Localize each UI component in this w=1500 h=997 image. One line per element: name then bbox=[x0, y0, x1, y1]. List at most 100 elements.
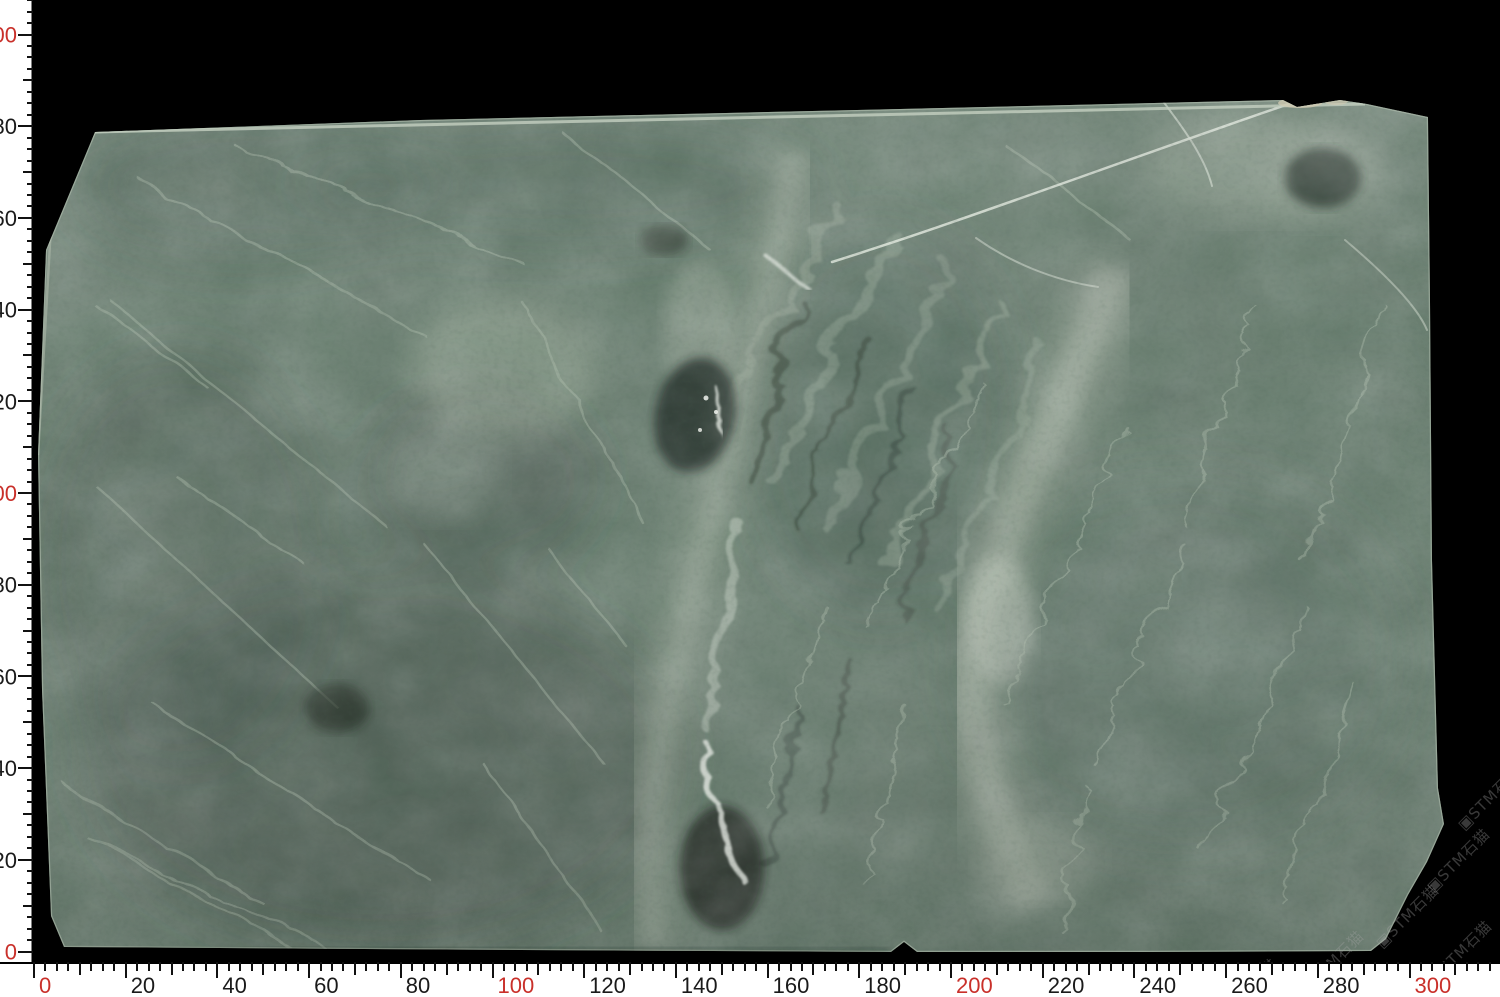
bottom-ruler-tick bbox=[927, 962, 929, 971]
bottom-ruler-tick bbox=[549, 962, 551, 971]
left-ruler-tick bbox=[23, 263, 33, 265]
left-ruler-tick bbox=[27, 458, 33, 460]
bottom-ruler-tick bbox=[1191, 962, 1193, 971]
left-ruler-label-100: 100 bbox=[0, 481, 17, 506]
bottom-ruler-tick bbox=[1156, 962, 1158, 971]
bottom-ruler-tick bbox=[916, 962, 918, 971]
bottom-ruler-label-80: 80 bbox=[406, 973, 430, 997]
bottom-ruler-tick bbox=[904, 962, 906, 975]
bottom-ruler-tick bbox=[1409, 962, 1411, 978]
bottom-ruler-tick bbox=[171, 962, 173, 975]
left-ruler-tick bbox=[18, 584, 33, 586]
bottom-ruler-label-220: 220 bbox=[1048, 973, 1085, 997]
bottom-ruler-tick bbox=[503, 962, 505, 971]
bottom-ruler-tick bbox=[1328, 962, 1330, 971]
bottom-ruler-tick bbox=[1351, 962, 1353, 971]
bottom-ruler-tick bbox=[90, 962, 92, 971]
left-ruler-tick bbox=[23, 354, 33, 356]
bottom-ruler-tick bbox=[560, 962, 562, 971]
bottom-ruler-tick bbox=[193, 962, 195, 971]
left-ruler-tick bbox=[27, 847, 33, 849]
bottom-ruler-tick bbox=[606, 962, 608, 971]
left-ruler-tick bbox=[27, 183, 33, 185]
bottom-ruler-tick bbox=[812, 962, 814, 975]
left-ruler-tick bbox=[27, 652, 33, 654]
bottom-ruler-tick bbox=[583, 962, 585, 978]
bottom-ruler-tick bbox=[663, 962, 665, 971]
bottom-ruler-tick bbox=[1340, 962, 1342, 971]
bottom-ruler-tick bbox=[939, 962, 941, 971]
left-ruler-tick bbox=[27, 320, 33, 322]
bottom-ruler-tick bbox=[618, 962, 620, 971]
bottom-ruler-tick bbox=[125, 962, 127, 978]
bottom-ruler-tick bbox=[1110, 962, 1112, 971]
bottom-ruler-tick bbox=[1214, 962, 1216, 971]
left-ruler-tick bbox=[27, 698, 33, 700]
left-ruler-tick bbox=[27, 297, 33, 299]
left-ruler-tick bbox=[27, 607, 33, 609]
bottom-ruler-tick bbox=[1248, 962, 1250, 971]
bottom-ruler-label-240: 240 bbox=[1139, 973, 1176, 997]
left-ruler-tick bbox=[27, 882, 33, 884]
bottom-ruler-tick bbox=[641, 962, 643, 971]
left-ruler-tick bbox=[27, 251, 33, 253]
bottom-ruler-tick bbox=[1202, 962, 1204, 971]
left-ruler-tick bbox=[27, 503, 33, 505]
bottom-ruler-tick bbox=[893, 962, 895, 971]
bottom-ruler-tick bbox=[1179, 962, 1181, 975]
bottom-ruler-tick bbox=[1386, 962, 1388, 971]
left-ruler-tick bbox=[27, 561, 33, 563]
bottom-ruler-tick bbox=[480, 962, 482, 971]
left-ruler-tick bbox=[18, 492, 33, 494]
left-ruler-tick bbox=[27, 435, 33, 437]
left-ruler-label-60: 60 bbox=[0, 664, 17, 689]
left-ruler-tick bbox=[23, 538, 33, 540]
left-ruler-label-80: 80 bbox=[0, 573, 17, 598]
bottom-ruler-tick bbox=[308, 962, 310, 978]
bottom-ruler-tick bbox=[996, 962, 998, 975]
bottom-ruler-label-260: 260 bbox=[1231, 973, 1268, 997]
left-ruler-tick bbox=[27, 160, 33, 162]
bottom-ruler-tick bbox=[1317, 962, 1319, 978]
left-ruler-label-200: 200 bbox=[0, 23, 17, 48]
bottom-ruler-tick bbox=[1076, 962, 1078, 971]
left-ruler-tick bbox=[27, 22, 33, 24]
bottom-ruler-tick bbox=[732, 962, 734, 971]
bottom-ruler-tick bbox=[1053, 962, 1055, 971]
bottom-ruler-label-160: 160 bbox=[773, 973, 810, 997]
bottom-ruler-tick bbox=[1363, 962, 1365, 975]
left-ruler-tick bbox=[27, 744, 33, 746]
left-ruler-tick bbox=[27, 45, 33, 47]
left-ruler-tick bbox=[27, 481, 33, 483]
left-ruler-tick bbox=[27, 68, 33, 70]
left-ruler-label-180: 180 bbox=[0, 114, 17, 139]
bottom-ruler-tick bbox=[1271, 962, 1273, 975]
bottom-ruler-tick bbox=[1088, 962, 1090, 975]
left-ruler-tick bbox=[27, 389, 33, 391]
bottom-ruler-tick bbox=[1133, 962, 1135, 978]
bottom-ruler-tick bbox=[434, 962, 436, 971]
left-ruler-tick bbox=[27, 412, 33, 414]
bottom-ruler-tick bbox=[744, 962, 746, 971]
left-ruler-tick bbox=[27, 824, 33, 826]
left-ruler-tick bbox=[18, 859, 33, 861]
bottom-ruler-tick bbox=[331, 962, 333, 971]
bottom-ruler-tick bbox=[182, 962, 184, 971]
bottom-ruler-tick bbox=[239, 962, 241, 971]
bottom-ruler-tick bbox=[79, 962, 81, 975]
left-ruler-tick bbox=[27, 240, 33, 242]
left-ruler-tick bbox=[27, 916, 33, 918]
bottom-ruler-tick bbox=[950, 962, 952, 978]
bottom-ruler-tick bbox=[835, 962, 837, 971]
left-ruler-tick bbox=[27, 102, 33, 104]
left-ruler-tick bbox=[27, 928, 33, 930]
left-ruler-tick bbox=[27, 710, 33, 712]
left-ruler-tick bbox=[27, 274, 33, 276]
bottom-ruler-tick bbox=[721, 962, 723, 975]
bottom-ruler-tick bbox=[1099, 962, 1101, 971]
bottom-ruler-tick bbox=[457, 962, 459, 971]
bottom-ruler-tick bbox=[377, 962, 379, 971]
bottom-ruler-tick bbox=[652, 962, 654, 971]
left-ruler-tick bbox=[27, 939, 33, 941]
left-ruler-tick bbox=[27, 618, 33, 620]
